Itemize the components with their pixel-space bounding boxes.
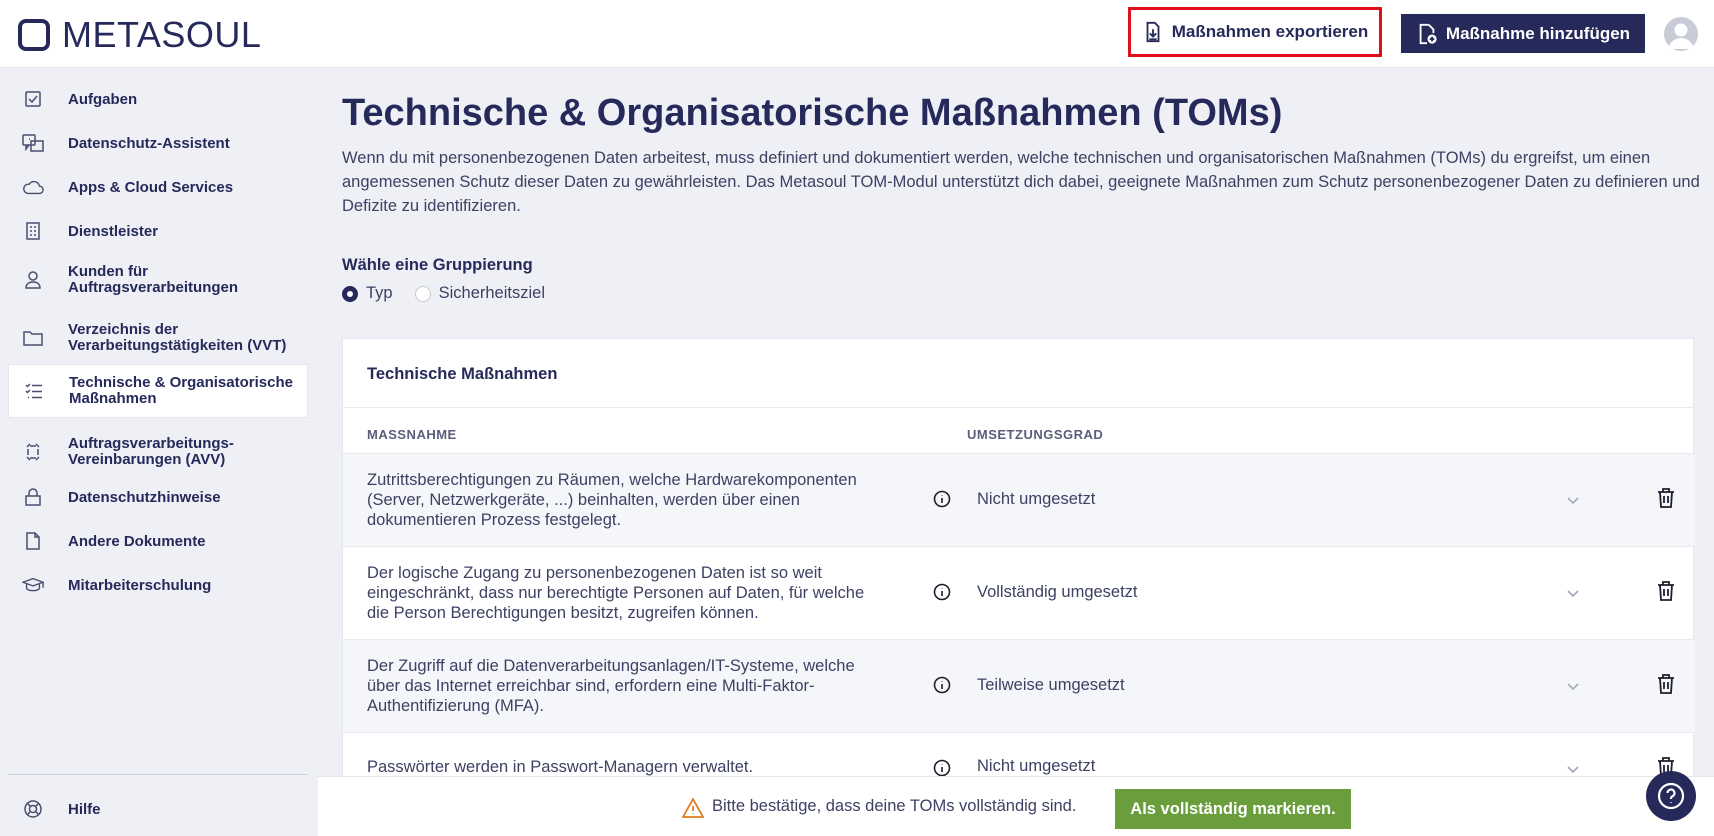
page-title: Technische & Organisatorische Maßnahmen …: [342, 92, 1283, 134]
sidebar-item-label: Auftragsverarbeitungs- Vereinbarungen (A…: [68, 435, 234, 468]
sidebar-item-andere-dokumente[interactable]: Andere Dokumente: [8, 520, 308, 562]
chevron-down-icon[interactable]: [1565, 492, 1581, 508]
sidebar-item-label: Datenschutz-Assistent: [68, 134, 230, 152]
mark-complete-button[interactable]: Als vollständig markieren.: [1115, 789, 1351, 829]
sidebar-item-avv[interactable]: Auftragsverarbeitungs- Vereinbarungen (A…: [8, 424, 308, 480]
cloud-icon: [22, 176, 44, 198]
sidebar-item-label: Andere Dokumente: [68, 532, 206, 550]
completion-warning-text: Bitte bestätige, dass deine TOMs vollstä…: [712, 797, 1077, 815]
completion-bar: Bitte bestätige, dass deine TOMs vollstä…: [318, 776, 1714, 836]
radio-sicherheitsziel[interactable]: [414, 285, 431, 302]
trash-icon[interactable]: [1657, 488, 1675, 508]
radio-typ[interactable]: [342, 285, 358, 302]
add-measure-label: Maßnahme hinzufügen: [1445, 23, 1631, 43]
card-divider: [343, 407, 1695, 408]
help-button[interactable]: [1646, 771, 1696, 821]
main-content: Technische & Organisatorische Maßnahmen …: [318, 68, 1714, 836]
assistant-icon: [22, 132, 44, 154]
folder-icon: [22, 327, 44, 349]
chevron-down-icon[interactable]: [1565, 761, 1581, 777]
sidebar-item-vvt[interactable]: Verzeichnis der Verarbeitungstätigkeiten…: [8, 308, 308, 368]
sidebar-item-mitarbeiterschulung[interactable]: Mitarbeiterschulung: [8, 564, 308, 606]
user-avatar[interactable]: [1664, 17, 1698, 51]
column-header-measure: MASSNAHME: [367, 427, 457, 442]
status-select[interactable]: Vollständig umgesetzt: [977, 583, 1138, 602]
info-icon[interactable]: [933, 676, 951, 694]
sidebar-item-label: Hilfe: [68, 800, 101, 818]
trash-icon[interactable]: [1657, 674, 1675, 694]
sidebar-item-datenschutzhinweise[interactable]: Datenschutzhinweise: [8, 476, 308, 518]
sidebar: Aufgaben Datenschutz-Assistent Apps & Cl…: [0, 68, 318, 836]
page-intro: Wenn du mit personenbezogenen Daten arbe…: [342, 149, 1700, 215]
contract-icon: [22, 441, 44, 463]
grouping-radio-group: Typ Sicherheitsziel: [342, 284, 567, 303]
column-header-status: UMSETZUNGSGRAD: [967, 427, 1104, 442]
sidebar-item-hilfe[interactable]: Hilfe: [8, 788, 308, 830]
sidebar-item-kunden[interactable]: Kunden für Auftragsverarbeitungen: [8, 254, 308, 306]
warning-icon: [682, 798, 704, 818]
sidebar-item-apps-cloud-services[interactable]: Apps & Cloud Services: [8, 166, 308, 208]
logo-text: METASOUL: [62, 14, 262, 55]
technical-measures-card: Technische Maßnahmen MASSNAHME UMSETZUNG…: [342, 338, 1695, 836]
sidebar-item-label: Apps & Cloud Services: [68, 178, 234, 196]
person-icon: [22, 269, 44, 291]
table-row: Zutrittsberechtigungen zu Räumen, welche…: [343, 453, 1695, 546]
measure-text: Der logische Zugang zu personenbezogenen…: [367, 564, 865, 622]
sidebar-item-label: Verzeichnis der Verarbeitungstätigkeiten…: [68, 321, 287, 354]
radio-typ-label[interactable]: Typ: [366, 284, 393, 303]
sidebar-item-label: Aufgaben: [68, 90, 138, 108]
info-icon[interactable]: [933, 583, 951, 601]
grouping-label: Wähle eine Gruppierung: [342, 256, 533, 274]
sidebar-divider: [8, 774, 308, 775]
table-row: Der logische Zugang zu personenbezogenen…: [343, 546, 1695, 639]
sidebar-item-label: Kunden für Auftragsverarbeitungen: [68, 263, 239, 296]
status-select[interactable]: Teilweise umgesetzt: [977, 676, 1125, 695]
measure-text: Passwörter werden in Passwort-Managern v…: [367, 758, 754, 776]
file-download-icon: [1146, 21, 1160, 43]
radio-sicherheitsziel-label[interactable]: Sicherheitsziel: [439, 284, 545, 303]
status-select[interactable]: Nicht umgesetzt: [977, 757, 1095, 776]
sidebar-item-aufgaben[interactable]: Aufgaben: [8, 78, 308, 120]
export-measures-label: Maßnahmen exportieren: [1171, 22, 1369, 41]
info-icon[interactable]: [933, 490, 951, 508]
metasoul-logo[interactable]: METASOUL: [18, 14, 261, 56]
checklist-icon: [23, 380, 45, 402]
export-measures-button[interactable]: Maßnahmen exportieren: [1128, 7, 1382, 57]
user-avatar-icon: [1668, 23, 1694, 49]
card-title: Technische Maßnahmen: [367, 365, 558, 383]
table-row: Der Zugriff auf die Datenverarbeitungsan…: [343, 639, 1695, 732]
checkbox-icon: [22, 88, 44, 110]
sidebar-item-toms[interactable]: Technische & Organisatorische Maßnahmen: [8, 364, 308, 418]
info-icon[interactable]: [933, 759, 951, 777]
chevron-down-icon[interactable]: [1565, 678, 1581, 694]
add-measure-button[interactable]: Maßnahme hinzufügen: [1401, 14, 1645, 53]
sidebar-item-datenschutz-assistent[interactable]: Datenschutz-Assistent: [8, 122, 308, 164]
question-mark-icon: [1657, 782, 1685, 810]
sidebar-item-label: Datenschutzhinweise: [68, 488, 221, 506]
lifebuoy-icon: [22, 798, 44, 820]
lock-icon: [22, 486, 44, 508]
measure-text: Der Zugriff auf die Datenverarbeitungsan…: [367, 657, 855, 715]
logo-mark-icon: [18, 19, 50, 51]
top-header: METASOUL Maßnahmen exportieren Maßnahme …: [0, 0, 1714, 68]
graduation-cap-icon: [22, 574, 44, 596]
trash-icon[interactable]: [1657, 581, 1675, 601]
document-icon: [22, 530, 44, 552]
sidebar-item-dienstleister[interactable]: Dienstleister: [8, 210, 308, 252]
sidebar-item-label: Mitarbeiterschulung: [68, 576, 212, 594]
sidebar-item-label: Technische & Organisatorische Maßnahmen: [69, 374, 293, 407]
measure-text: Zutrittsberechtigungen zu Räumen, welche…: [367, 471, 857, 529]
chevron-down-icon[interactable]: [1565, 585, 1581, 601]
sidebar-item-label: Dienstleister: [68, 222, 159, 240]
building-icon: [22, 220, 44, 242]
status-select[interactable]: Nicht umgesetzt: [977, 490, 1095, 509]
file-add-icon: [1419, 23, 1437, 44]
